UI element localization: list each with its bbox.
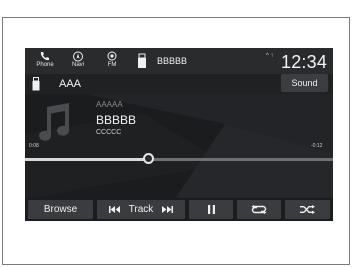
navi-button[interactable]: Navi — [63, 50, 93, 72]
elapsed-time: 0:08 — [29, 143, 39, 149]
pause-button[interactable] — [189, 200, 233, 219]
navi-label: Navi — [71, 62, 84, 68]
clock: 12:34 — [281, 52, 328, 72]
status-indicator: ^ ↑ — [266, 53, 274, 59]
skip-back-icon — [108, 205, 120, 213]
progress-fill — [25, 158, 149, 161]
progress-bar[interactable] — [25, 153, 333, 164]
phone-label: Phone — [36, 62, 54, 68]
shuffle-icon — [300, 204, 315, 214]
repeat-icon — [251, 204, 267, 214]
fm-label: FM — [107, 62, 117, 68]
control-bar: Browse Track — [25, 198, 333, 221]
source-name: AAA — [59, 78, 82, 90]
audio-screen: Phone Navi FM BBBBB ^ ↑ 12:34 AAA Sound … — [25, 48, 333, 221]
music-note-icon — [39, 103, 69, 141]
top-bar: Phone Navi FM BBBBB ^ ↑ 12:34 — [25, 48, 333, 74]
phone-icon — [40, 52, 49, 61]
source-row: AAA Sound — [25, 74, 333, 94]
fm-button[interactable]: FM — [97, 50, 127, 72]
fm-icon — [107, 51, 117, 61]
usb-icon — [138, 53, 146, 68]
album-name: CCCCC — [96, 129, 122, 136]
artist-name: AAAAA — [96, 100, 123, 109]
track-label: Track — [128, 204, 154, 215]
skip-forward-icon — [162, 205, 174, 213]
track-button[interactable]: Track — [97, 200, 185, 219]
remaining-time: -0:12 — [311, 143, 323, 149]
shuffle-button[interactable] — [285, 200, 330, 219]
phone-button[interactable]: Phone — [30, 50, 60, 72]
repeat-button[interactable] — [237, 200, 281, 219]
browse-button[interactable]: Browse — [28, 200, 93, 219]
pause-icon — [207, 204, 215, 214]
navi-icon — [73, 51, 83, 62]
track-title: BBBBB — [96, 113, 137, 127]
usb-icon — [32, 77, 40, 91]
source-title: BBBBB — [157, 56, 188, 66]
sound-button[interactable]: Sound — [281, 74, 328, 92]
